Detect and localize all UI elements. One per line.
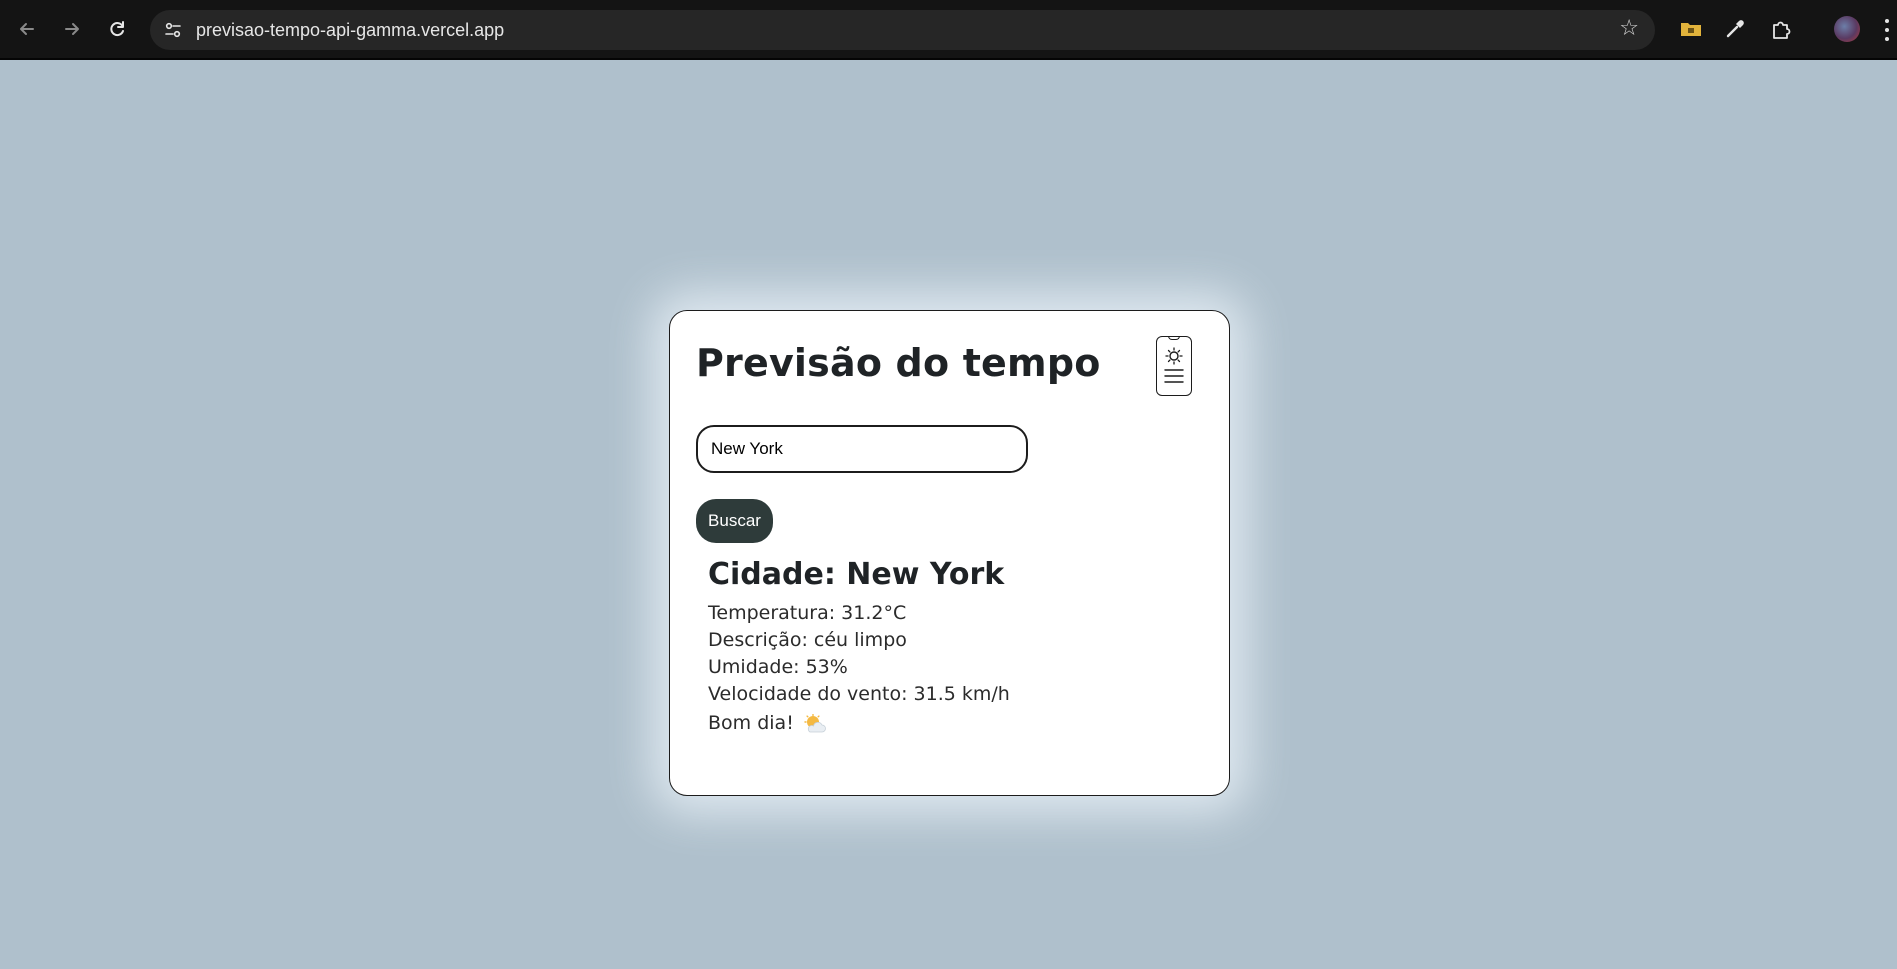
extension-eyedropper-button[interactable]: [1720, 14, 1750, 44]
greeting-row: Bom dia!: [708, 708, 1010, 738]
puzzle-icon: [1773, 21, 1791, 39]
sun-icon: [1163, 346, 1184, 383]
back-button[interactable]: [12, 14, 42, 44]
folder-icon: [1681, 23, 1701, 36]
url-text[interactable]: previsao-tempo-api-gamma.vercel.app: [196, 20, 504, 41]
city-search-input[interactable]: [696, 425, 1028, 473]
extension-folder-button[interactable]: [1676, 14, 1706, 44]
browser-toolbar: previsao-tempo-api-gamma.vercel.app ☆: [0, 0, 1897, 60]
wind-speed-text: Velocidade do vento: 31.5 km/h: [708, 683, 1010, 705]
humidity-text: Umidade: 53%: [708, 656, 848, 678]
eyedropper-icon: [1726, 20, 1744, 38]
page-title: Previsão do tempo: [696, 341, 1101, 385]
menu-lines-icon: [1163, 368, 1184, 383]
theme-toggle-button[interactable]: [1156, 336, 1192, 396]
profile-avatar[interactable]: [1834, 16, 1860, 42]
temperature-text: Temperatura: 31.2°C: [708, 602, 907, 624]
arrow-left-icon: [20, 23, 34, 35]
reload-icon: [110, 21, 124, 37]
forward-button[interactable]: [57, 14, 87, 44]
reload-button[interactable]: [102, 14, 132, 44]
bookmark-star-icon[interactable]: ☆: [1619, 16, 1639, 41]
site-info-button[interactable]: [160, 17, 186, 43]
search-button[interactable]: Buscar: [696, 499, 773, 543]
greeting-text: Bom dia!: [708, 712, 794, 734]
city-heading: Cidade: New York: [708, 557, 1005, 592]
browser-menu-icon[interactable]: [1884, 19, 1890, 41]
weather-card: Previsão do tempo Buscar Cida: [669, 310, 1230, 796]
weather-result: Cidade: New York Temperatura: 31.2°C Des…: [708, 555, 1010, 738]
address-bar[interactable]: previsao-tempo-api-gamma.vercel.app ☆: [150, 10, 1655, 50]
description-text: Descrição: céu limpo: [708, 629, 907, 651]
arrow-right-icon: [65, 23, 79, 35]
extensions-menu-button[interactable]: [1766, 14, 1796, 44]
tune-icon: [165, 22, 181, 38]
sun-behind-cloud-icon: [804, 713, 826, 732]
